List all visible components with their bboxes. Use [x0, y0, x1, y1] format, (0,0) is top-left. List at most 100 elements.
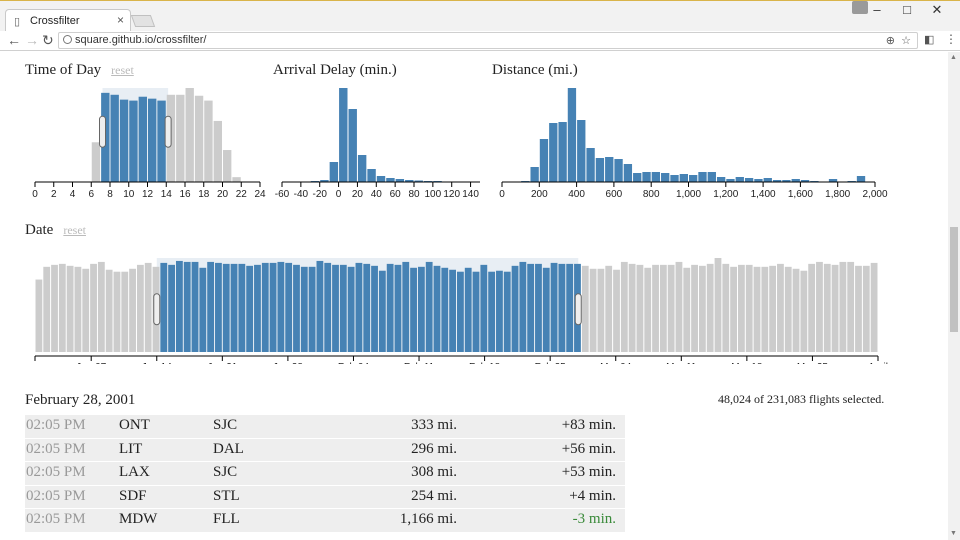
- date-bar: [215, 262, 222, 352]
- flight-time: 02:05 PM: [26, 487, 86, 504]
- date-bar: [457, 271, 464, 352]
- date-reset-link[interactable]: reset: [63, 223, 86, 237]
- date-bar: [332, 264, 339, 352]
- date-bar: [784, 266, 792, 352]
- browser-tab[interactable]: ▯ Crossfilter ×: [5, 9, 131, 33]
- close-window-button[interactable]: ✕: [922, 1, 952, 21]
- date-bar: [753, 266, 761, 352]
- maximize-button[interactable]: □: [892, 1, 922, 21]
- date-bar: [652, 264, 659, 352]
- distance-bar: [567, 88, 577, 182]
- menu-icon[interactable]: ⋮: [945, 32, 957, 46]
- date-bar: [300, 266, 308, 352]
- date-bar: [480, 264, 488, 352]
- date-tick-label: Mar 25: [797, 362, 829, 364]
- arrival-delay-chart[interactable]: -60 -40 -20 0 20 40 60 80 100 120 140: [270, 82, 485, 202]
- selection-count: 48,024 of 231,083 flights selected.: [718, 392, 885, 406]
- date-chart-title: Date reset: [25, 222, 86, 239]
- time-brush-handle: [99, 115, 106, 148]
- date-bar: [136, 264, 144, 352]
- date-bar: [168, 264, 175, 352]
- date-brush-handle: [574, 293, 582, 326]
- info-icon[interactable]: [63, 35, 72, 44]
- date-bar: [519, 261, 527, 352]
- flight-distance: 254 mi.: [411, 487, 457, 504]
- date-bar: [511, 265, 519, 352]
- date-bar: [847, 261, 855, 352]
- distance-tick-label: 1,200: [713, 189, 738, 200]
- date-bar: [542, 267, 550, 352]
- date-bar: [839, 261, 847, 352]
- date-bar: [425, 261, 433, 352]
- date-bar: [745, 264, 753, 352]
- distance-tick-label: 0: [499, 189, 505, 200]
- time-of-day-chart[interactable]: 0 2 4 6 8 10 12 14 16 18 20 22 24: [25, 82, 270, 202]
- time-bar: [129, 100, 138, 182]
- flight-delay: +53 min.: [561, 464, 616, 480]
- browser-toolbar: ← → ↻ square.github.io/crossfilter/ ⊕ ☆ …: [0, 31, 960, 51]
- date-bar: [761, 266, 769, 352]
- time-bar: [148, 98, 157, 182]
- distance-chart[interactable]: 0 200 400 600 800 1,000 1,200 1,400 1,600 1,800 2,…: [490, 82, 890, 202]
- back-icon[interactable]: ←: [7, 32, 21, 48]
- date-chart-label: Date: [25, 222, 54, 238]
- date-tick-label: Jan 21: [207, 362, 237, 364]
- bookmark-star-icon[interactable]: ☆: [901, 34, 911, 47]
- address-bar[interactable]: square.github.io/crossfilter/ ⊕ ☆: [58, 32, 918, 49]
- date-chart[interactable]: Jan 07 Jan 14 Jan 21 Jan 28 Feb 04 Feb 11 Feb …: [25, 242, 895, 364]
- extension-icon[interactable]: ◧: [924, 33, 934, 46]
- date-bar: [800, 270, 808, 352]
- flight-time: 02:05 PM: [26, 464, 86, 480]
- time-tick-label: 24: [254, 189, 266, 200]
- tab-title: Crossfilter: [30, 15, 80, 27]
- flight-destination: SJC: [213, 464, 238, 480]
- date-tick-label: Feb 25: [535, 362, 567, 364]
- delay-tick-label: 80: [408, 189, 420, 200]
- scroll-up-icon[interactable]: ▲: [950, 54, 957, 61]
- date-bar: [363, 263, 371, 352]
- distance-tick-label: 1,400: [751, 189, 776, 200]
- selected-date-heading: February 28, 2001: [25, 392, 136, 408]
- delay-tick-label: -20: [312, 189, 327, 200]
- date-bar: [636, 264, 644, 352]
- tab-close-icon[interactable]: ×: [117, 13, 124, 27]
- delay-tick-label: -60: [275, 189, 290, 200]
- date-bar: [535, 263, 542, 352]
- time-reset-link[interactable]: reset: [111, 63, 134, 77]
- date-bar: [503, 271, 511, 352]
- flight-row: 02:05 PM LIT DAL 296 mi. +56 min.: [25, 438, 625, 462]
- date-brush-handle: [153, 293, 161, 326]
- flight-origin: LAX: [119, 464, 150, 480]
- flight-origin: LIT: [119, 440, 143, 457]
- minimize-button[interactable]: –: [862, 1, 892, 21]
- distance-bar: [530, 167, 539, 182]
- date-tick-label: Jan 07: [76, 362, 106, 364]
- distance-bar: [549, 123, 558, 182]
- forward-icon[interactable]: →: [25, 32, 39, 48]
- time-bar: [204, 100, 213, 182]
- flight-row: 02:05 PM ONT SJC 333 mi. +83 min.: [25, 415, 625, 439]
- url-text: square.github.io/crossfilter/: [75, 34, 207, 46]
- flight-row: 02:05 PM MDW FLL 1,166 mi. -3 min.: [25, 509, 625, 533]
- time-chart-label: Time of Day: [25, 62, 102, 78]
- vertical-scrollbar[interactable]: ▲ ▼: [948, 52, 960, 540]
- distance-tick-label: 400: [568, 189, 585, 200]
- date-bar: [43, 266, 51, 352]
- date-bar: [191, 261, 199, 352]
- window-controls: – □ ✕: [862, 1, 952, 21]
- scrollbar-thumb[interactable]: [950, 227, 958, 332]
- zoom-icon[interactable]: ⊕: [886, 34, 895, 47]
- distance-tick-label: 800: [643, 189, 660, 200]
- date-bar: [82, 268, 90, 352]
- date-bar: [74, 266, 82, 352]
- distance-bar: [539, 139, 549, 182]
- date-bar: [316, 260, 324, 352]
- time-tick-label: 8: [107, 189, 113, 200]
- scroll-down-icon[interactable]: ▼: [950, 530, 957, 537]
- delay-tick-label: 0: [336, 189, 342, 200]
- date-bar: [620, 261, 628, 352]
- date-bar: [683, 267, 691, 352]
- reload-icon[interactable]: ↻: [42, 32, 54, 49]
- new-tab-button[interactable]: [130, 15, 156, 27]
- distance-bar: [623, 164, 633, 182]
